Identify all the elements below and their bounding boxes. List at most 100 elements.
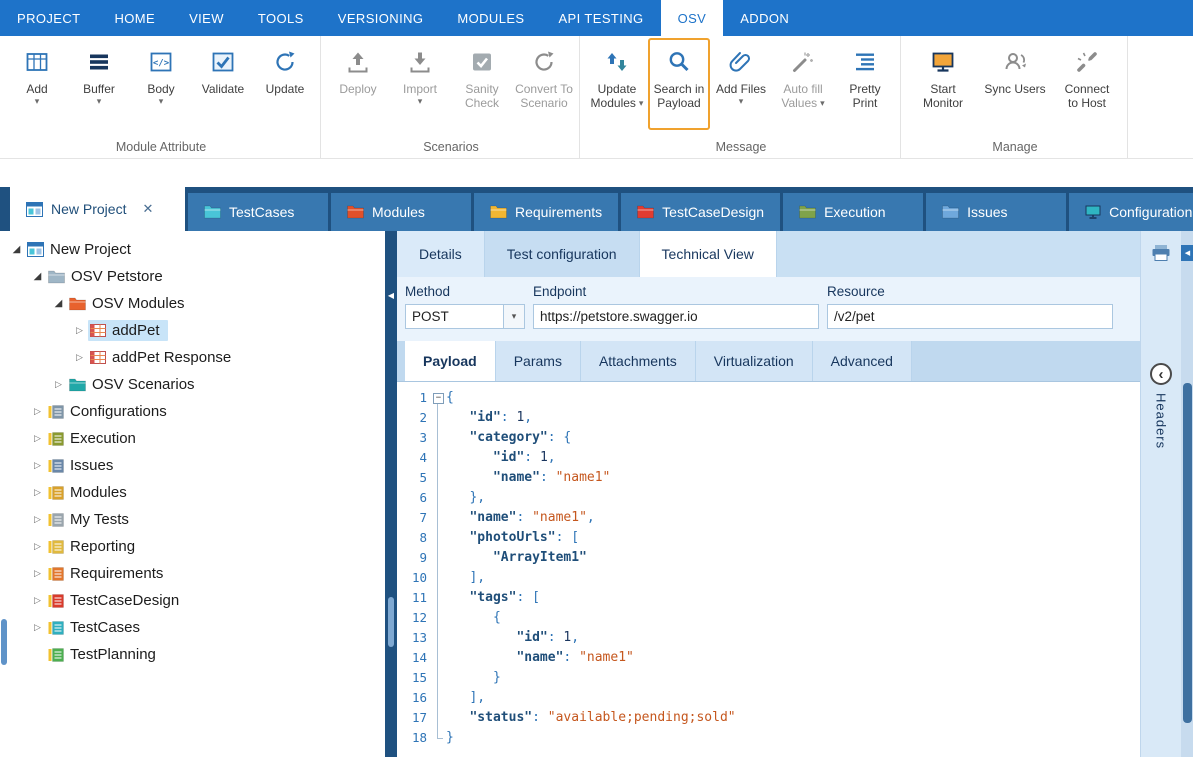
chevron-down-icon[interactable]: ▾ xyxy=(35,96,40,106)
tree-node[interactable]: addPet xyxy=(88,320,168,341)
tree-item-modules[interactable]: ▷Modules xyxy=(0,479,385,506)
convert-to-scenario-button[interactable]: Convert ToScenario xyxy=(513,38,575,130)
auto-fill-values-button[interactable]: Auto fillValues▾ xyxy=(772,38,834,130)
vertical-scrollbar[interactable]: ◀ xyxy=(1181,231,1193,757)
expand-icon[interactable]: ▷ xyxy=(29,433,46,444)
method-select[interactable]: POST ▾ xyxy=(405,304,525,329)
menu-item-addon[interactable]: ADDON xyxy=(723,0,806,36)
headers-panel-tab[interactable]: Headers xyxy=(1154,393,1169,449)
tree-item-new-project[interactable]: ◢New Project xyxy=(0,236,385,263)
tree-node[interactable]: Issues xyxy=(46,455,121,476)
tree-node[interactable]: OSV Scenarios xyxy=(67,374,203,395)
splitter-grip[interactable] xyxy=(388,597,394,647)
deploy-button[interactable]: Deploy xyxy=(327,38,389,130)
chevron-down-icon[interactable]: ▾ xyxy=(820,98,825,108)
menu-item-versioning[interactable]: VERSIONING xyxy=(321,0,441,36)
buffer-button[interactable]: Buffer▾ xyxy=(68,38,130,130)
menu-item-home[interactable]: HOME xyxy=(97,0,172,36)
tree-item-addpet[interactable]: ▷addPet xyxy=(0,317,385,344)
chevron-down-icon[interactable]: ▾ xyxy=(97,96,102,106)
expand-headers-button[interactable]: ‹ xyxy=(1150,363,1172,385)
menu-item-view[interactable]: VIEW xyxy=(172,0,241,36)
tree-item-issues[interactable]: ▷Issues xyxy=(0,452,385,479)
collapse-left-icon[interactable]: ◀ xyxy=(385,291,397,300)
expand-icon[interactable]: ▷ xyxy=(29,541,46,552)
add-button[interactable]: Add▾ xyxy=(6,38,68,130)
expand-icon[interactable]: ▷ xyxy=(71,325,88,336)
chevron-down-icon[interactable]: ▾ xyxy=(418,96,423,106)
tree-item-execution[interactable]: ▷Execution xyxy=(0,425,385,452)
menu-item-tools[interactable]: TOOLS xyxy=(241,0,321,36)
tree-node[interactable]: OSV Modules xyxy=(67,293,193,314)
collapse-icon[interactable]: ◢ xyxy=(8,244,25,255)
close-icon[interactable]: ✕ xyxy=(142,201,153,217)
start-monitor-button[interactable]: StartMonitor xyxy=(907,38,979,130)
menu-item-osv[interactable]: OSV xyxy=(661,0,724,36)
tab-testcases[interactable]: TestCases xyxy=(188,193,328,231)
tree-item-requirements[interactable]: ▷Requirements xyxy=(0,560,385,587)
tab-requirements[interactable]: Requirements xyxy=(474,193,618,231)
tab-configuration[interactable]: Configuration xyxy=(1069,193,1193,231)
panel-splitter[interactable]: ◀ xyxy=(385,231,397,757)
expand-icon[interactable]: ▷ xyxy=(29,622,46,633)
fold-collapse-icon[interactable] xyxy=(430,388,446,408)
import-button[interactable]: Import▾ xyxy=(389,38,451,130)
body-button[interactable]: </>Body▾ xyxy=(130,38,192,130)
chevron-down-icon[interactable]: ▾ xyxy=(639,98,644,108)
sync-users-button[interactable]: Sync Users xyxy=(979,38,1051,130)
tree-node[interactable]: Requirements xyxy=(46,563,171,584)
tree-node[interactable]: TestPlanning xyxy=(46,644,164,665)
expand-icon[interactable]: ▷ xyxy=(29,514,46,525)
tree-item-configurations[interactable]: ▷Configurations xyxy=(0,398,385,425)
tree-node[interactable]: My Tests xyxy=(46,509,137,530)
tab-payload[interactable]: Payload xyxy=(405,341,496,381)
tree-node[interactable]: OSV Petstore xyxy=(46,266,171,287)
chevron-down-icon[interactable]: ▾ xyxy=(503,305,524,328)
tree-node[interactable]: Modules xyxy=(46,482,135,503)
tree-node[interactable]: Configurations xyxy=(46,401,175,422)
tab-virtualization[interactable]: Virtualization xyxy=(696,341,813,381)
menu-item-api-testing[interactable]: API TESTING xyxy=(541,0,660,36)
expand-icon[interactable]: ▷ xyxy=(50,379,67,390)
tab-advanced[interactable]: Advanced xyxy=(813,341,912,381)
endpoint-input[interactable] xyxy=(533,304,819,329)
tree-node[interactable]: TestCases xyxy=(46,617,148,638)
expand-icon[interactable]: ▷ xyxy=(29,406,46,417)
tree-item-addpet-response[interactable]: ▷addPet Response xyxy=(0,344,385,371)
tree-node[interactable]: TestCaseDesign xyxy=(46,590,187,611)
resource-input[interactable] xyxy=(827,304,1113,329)
print-icon[interactable] xyxy=(1151,244,1171,267)
tab-issues[interactable]: Issues xyxy=(926,193,1066,231)
add-files-button[interactable]: Add Files▾ xyxy=(710,38,772,130)
update-button[interactable]: Update xyxy=(254,38,316,130)
collapse-icon[interactable]: ◢ xyxy=(29,271,46,282)
tab-attachments[interactable]: Attachments xyxy=(581,341,696,381)
tab-details[interactable]: Details xyxy=(397,231,485,277)
collapse-icon[interactable]: ◢ xyxy=(50,298,67,309)
tree-node[interactable]: Reporting xyxy=(46,536,143,557)
tree-item-reporting[interactable]: ▷Reporting xyxy=(0,533,385,560)
connect-to-host-button[interactable]: Connectto Host xyxy=(1051,38,1123,130)
tree-scrollbar-thumb[interactable] xyxy=(1,619,7,665)
tree-item-testplanning[interactable]: TestPlanning xyxy=(0,641,385,668)
tab-new-project[interactable]: New Project✕ xyxy=(10,187,185,231)
tree-node[interactable]: addPet Response xyxy=(88,347,239,368)
tree-node[interactable]: Execution xyxy=(46,428,144,449)
tab-execution[interactable]: Execution xyxy=(783,193,923,231)
search-in-payload-button[interactable]: Search inPayload xyxy=(648,38,710,130)
payload-editor[interactable]: 1{2 "id": 1,3 "category": {4 "id": 1,5 "… xyxy=(397,382,1140,757)
expand-icon[interactable]: ▷ xyxy=(29,595,46,606)
tab-params[interactable]: Params xyxy=(496,341,581,381)
tree-node[interactable]: New Project xyxy=(25,239,139,260)
chevron-down-icon[interactable]: ▾ xyxy=(159,96,164,106)
tree-item-testcasedesign[interactable]: ▷TestCaseDesign xyxy=(0,587,385,614)
expand-icon[interactable]: ▷ xyxy=(71,352,88,363)
expand-icon[interactable]: ▷ xyxy=(29,487,46,498)
validate-button[interactable]: Validate xyxy=(192,38,254,130)
menu-item-project[interactable]: PROJECT xyxy=(0,0,97,36)
tree-item-osv-modules[interactable]: ◢OSV Modules xyxy=(0,290,385,317)
sanity-check-button[interactable]: SanityCheck xyxy=(451,38,513,130)
tab-testcasedesign[interactable]: TestCaseDesign xyxy=(621,193,780,231)
pretty-print-button[interactable]: PrettyPrint xyxy=(834,38,896,130)
expand-icon[interactable]: ▷ xyxy=(29,460,46,471)
